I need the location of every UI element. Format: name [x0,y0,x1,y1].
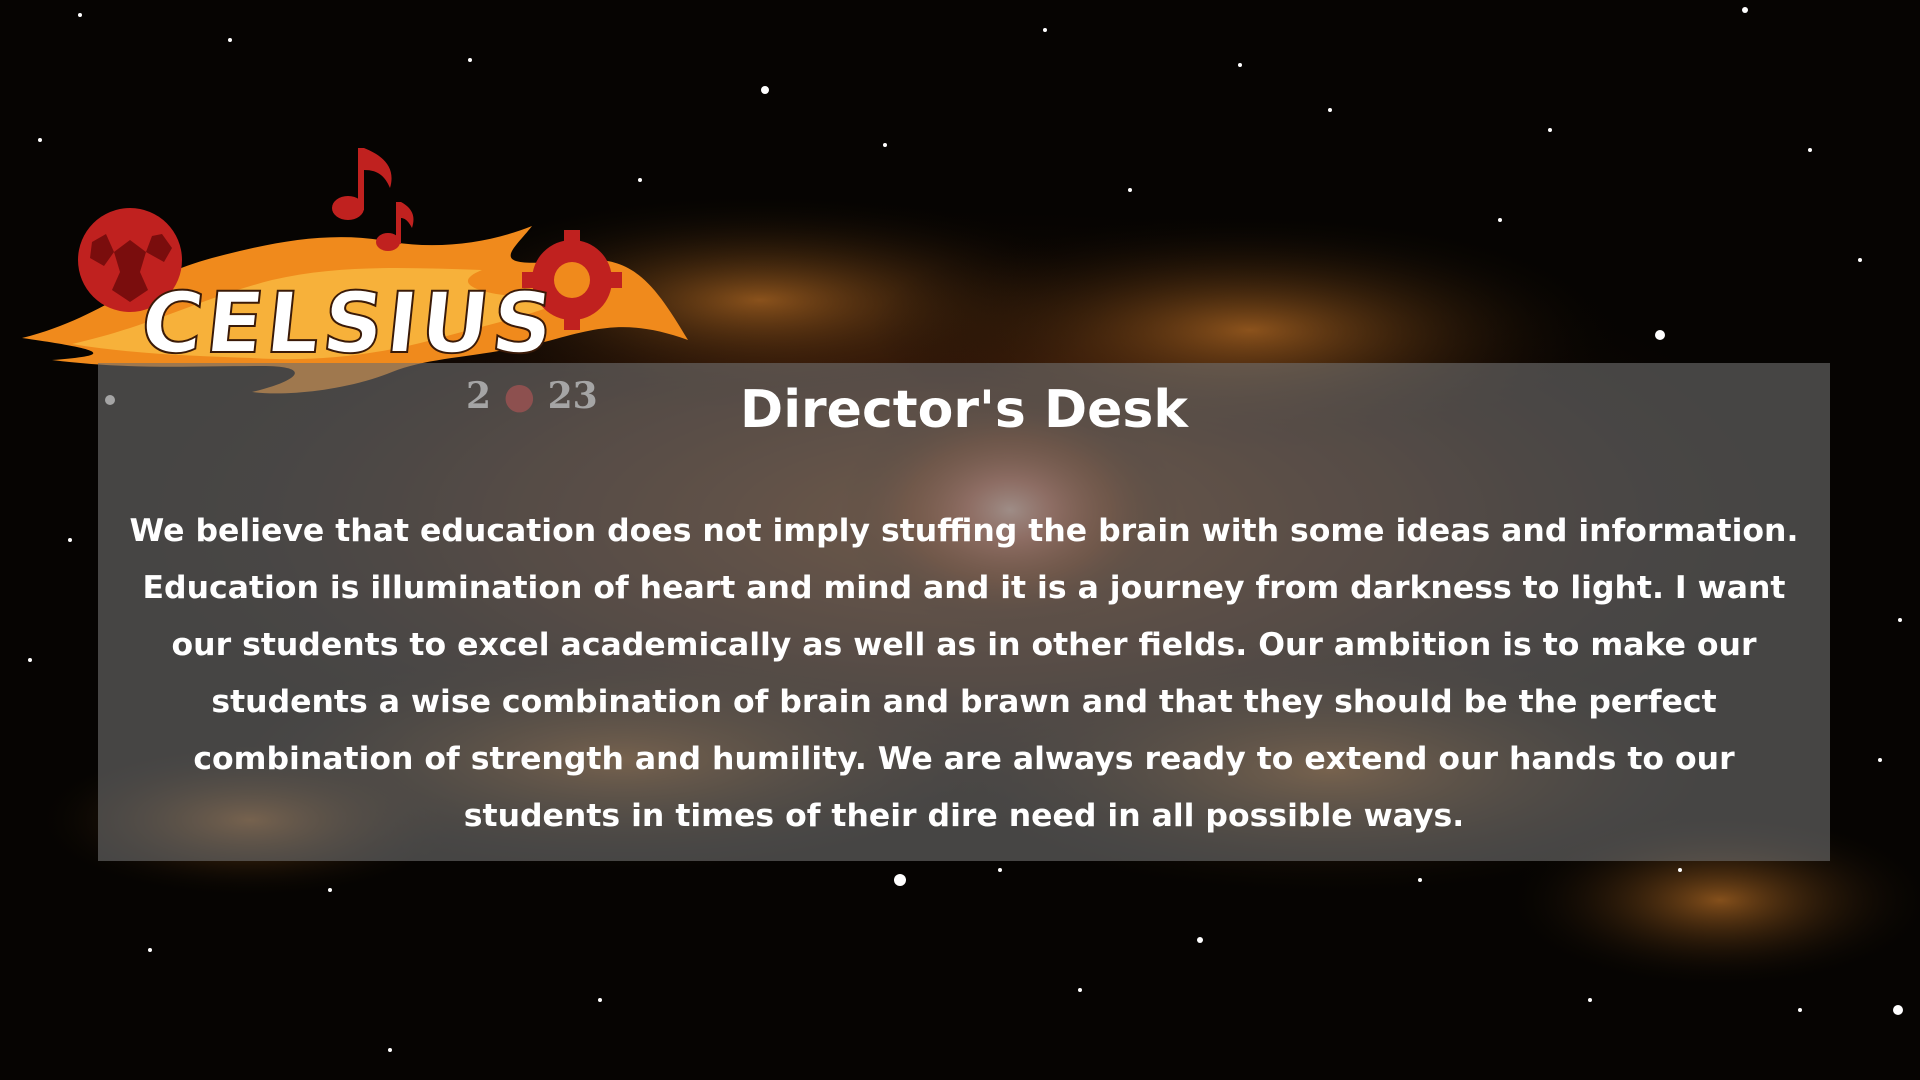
panel-body-text: We believe that education does not imply… [129,513,1799,834]
slide: CELSIUS 2 ● 23 Director's Desk We believ… [0,0,1920,1080]
directors-desk-panel: Director's Desk We believe that educatio… [98,363,1830,861]
music-note-icon [332,148,414,251]
panel-title: Director's Desk [740,380,1188,440]
logo-wordmark: CELSIUS [137,274,561,372]
